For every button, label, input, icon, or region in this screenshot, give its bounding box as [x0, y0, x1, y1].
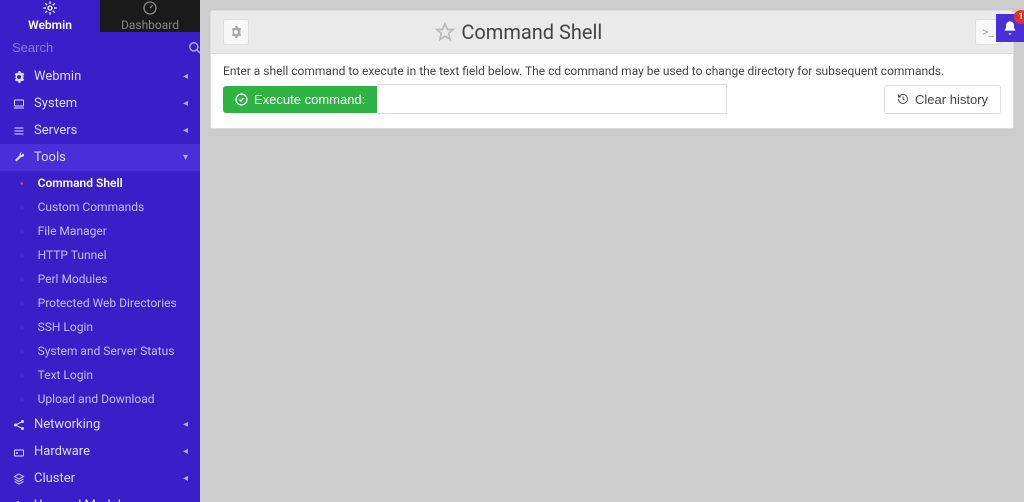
nav-webmin[interactable]: Webmin ◂ — [0, 63, 200, 90]
main-content: Command Shell >_ Enter a shell command t… — [200, 0, 1024, 502]
sub-custom-commands[interactable]: Custom Commands — [0, 195, 200, 219]
chevron-left-icon: ◂ — [183, 98, 188, 109]
tab-webmin-label: Webmin — [28, 18, 72, 32]
hdd-icon — [12, 446, 26, 458]
sub-http-tunnel[interactable]: HTTP Tunnel — [0, 243, 200, 267]
wrench-icon — [12, 152, 26, 164]
top-tabs: Webmin Dashboard — [0, 0, 200, 32]
tab-dashboard[interactable]: Dashboard — [100, 0, 200, 32]
nav-webmin-label: Webmin — [34, 69, 81, 84]
nav-tools[interactable]: Tools ▾ — [0, 144, 200, 171]
gauge-icon — [142, 0, 158, 16]
nav-unused-label: Un-used Modules — [34, 498, 135, 502]
execute-button[interactable]: Execute command: — [223, 86, 377, 113]
history-icon — [897, 93, 909, 105]
settings-button[interactable] — [223, 19, 249, 45]
nav-networking[interactable]: Networking ◂ — [0, 411, 200, 438]
check-circle-icon — [235, 93, 248, 106]
sub-protected-web[interactable]: Protected Web Directories — [0, 291, 200, 315]
nav-hardware-label: Hardware — [34, 444, 90, 459]
chevron-left-icon: ◂ — [183, 419, 188, 430]
command-input[interactable] — [377, 84, 727, 114]
nav-unused[interactable]: Un-used Modules ◂ — [0, 492, 200, 502]
chevron-left-icon: ◂ — [183, 71, 188, 82]
sub-upload-download[interactable]: Upload and Download — [0, 387, 200, 411]
nav-hardware[interactable]: Hardware ◂ — [0, 438, 200, 465]
clear-label: Clear history — [915, 92, 988, 107]
execute-label: Execute command: — [254, 92, 365, 107]
nav: Webmin ◂ System ◂ Servers ◂ Tools ▾ Comm… — [0, 63, 200, 502]
chevron-left-icon: ◂ — [183, 473, 188, 484]
description-text: Enter a shell command to execute in the … — [223, 64, 1001, 78]
laptop-icon — [12, 98, 26, 110]
webmin-logo-icon — [42, 0, 58, 16]
panel-header: Command Shell >_ — [210, 10, 1014, 54]
command-row: Execute command: Clear history — [223, 84, 1001, 114]
share-icon — [12, 419, 26, 431]
nav-system-label: System — [34, 96, 77, 111]
panel-body: Enter a shell command to execute in the … — [210, 54, 1014, 129]
star-icon[interactable] — [435, 22, 455, 42]
notification-badge: 1 — [1014, 10, 1024, 24]
sub-ssh-login[interactable]: SSH Login — [0, 315, 200, 339]
notifications-button[interactable]: 1 — [996, 14, 1024, 42]
gear-icon — [230, 26, 242, 38]
terminal-icon: >_ — [982, 25, 994, 39]
tab-dashboard-label: Dashboard — [121, 18, 179, 32]
sub-perl-modules[interactable]: Perl Modules — [0, 267, 200, 291]
sub-system-status[interactable]: System and Server Status — [0, 339, 200, 363]
nav-tools-label: Tools — [34, 150, 66, 165]
chevron-left-icon: ◂ — [183, 125, 188, 136]
chevron-down-icon: ▾ — [183, 152, 188, 163]
chevron-left-icon: ◂ — [183, 446, 188, 457]
list-icon — [12, 125, 26, 137]
clear-history-button[interactable]: Clear history — [884, 85, 1001, 114]
nav-networking-label: Networking — [34, 417, 100, 432]
layers-icon — [12, 473, 26, 485]
tab-webmin[interactable]: Webmin — [0, 0, 100, 32]
nav-cluster-label: Cluster — [34, 471, 75, 486]
page-title: Command Shell — [461, 20, 602, 44]
tools-subnav: Command Shell Custom Commands File Manag… — [0, 171, 200, 411]
sidebar: Webmin Dashboard Webmin ◂ System ◂ Serve… — [0, 0, 200, 502]
search-input[interactable] — [12, 40, 188, 55]
search-icon[interactable] — [188, 41, 200, 55]
sub-file-manager[interactable]: File Manager — [0, 219, 200, 243]
nav-servers[interactable]: Servers ◂ — [0, 117, 200, 144]
sub-text-login[interactable]: Text Login — [0, 363, 200, 387]
gear-icon — [12, 71, 26, 83]
sub-command-shell[interactable]: Command Shell — [0, 171, 200, 195]
search-bar — [0, 32, 200, 63]
nav-servers-label: Servers — [34, 123, 77, 138]
nav-cluster[interactable]: Cluster ◂ — [0, 465, 200, 492]
nav-system[interactable]: System ◂ — [0, 90, 200, 117]
